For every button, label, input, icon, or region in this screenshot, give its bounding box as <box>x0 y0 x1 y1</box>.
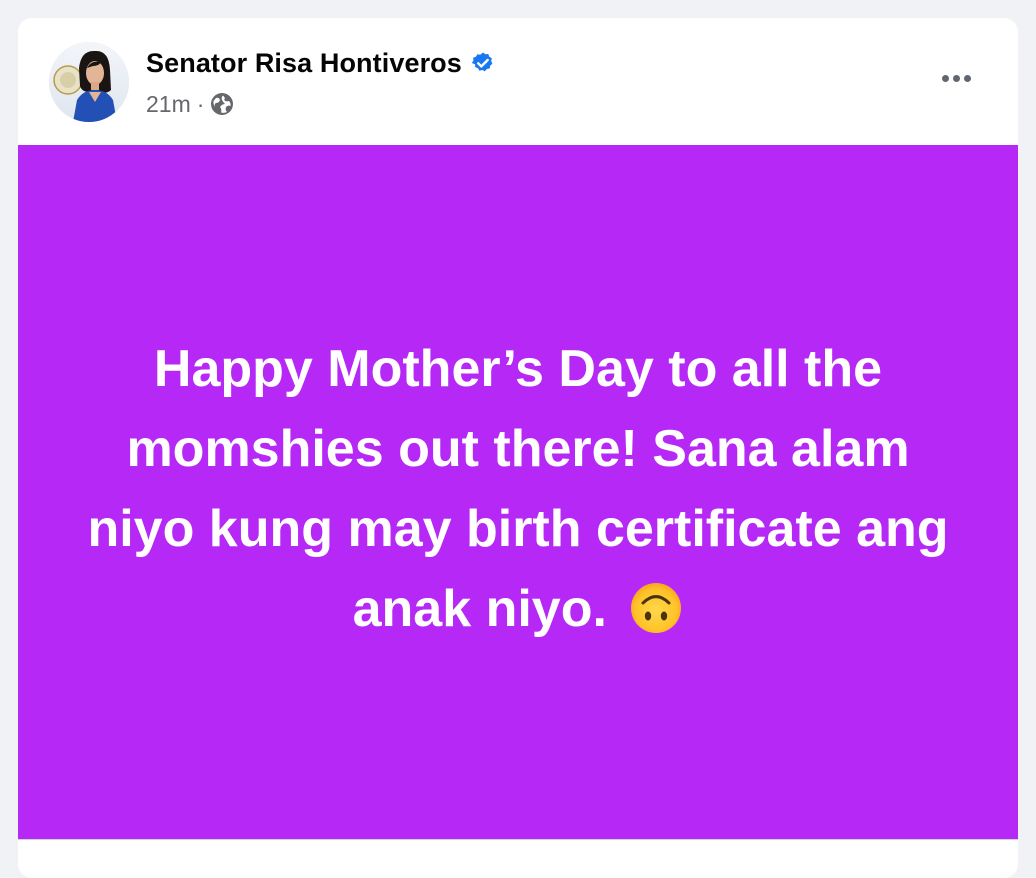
post-meta: 21m · <box>146 89 234 119</box>
post-card: Senator Risa Hontiveros 21m · Happy Moth… <box>18 18 1018 878</box>
avatar-image <box>49 42 129 122</box>
post-header: Senator Risa Hontiveros 21m · <box>18 18 1018 145</box>
globe-icon[interactable] <box>210 92 234 116</box>
meta-separator: · <box>196 90 205 117</box>
upside-down-face-emoji-icon <box>629 578 683 633</box>
post-message-container: Happy Mother’s Day to all the momshies o… <box>78 329 958 649</box>
author-name[interactable]: Senator Risa Hontiveros <box>146 48 462 79</box>
more-options-icon <box>941 74 949 82</box>
more-options-icon-dot <box>963 74 971 82</box>
more-options-icon-dot <box>952 74 960 82</box>
author-name-row: Senator Risa Hontiveros <box>146 46 495 80</box>
post-background: Happy Mother’s Day to all the momshies o… <box>18 145 1018 840</box>
verified-badge-icon <box>471 51 495 75</box>
author-avatar[interactable] <box>49 42 129 122</box>
post-message: Happy Mother’s Day to all the momshies o… <box>87 339 949 638</box>
more-options-button[interactable] <box>934 66 978 90</box>
post-timestamp[interactable]: 21m <box>146 91 191 118</box>
